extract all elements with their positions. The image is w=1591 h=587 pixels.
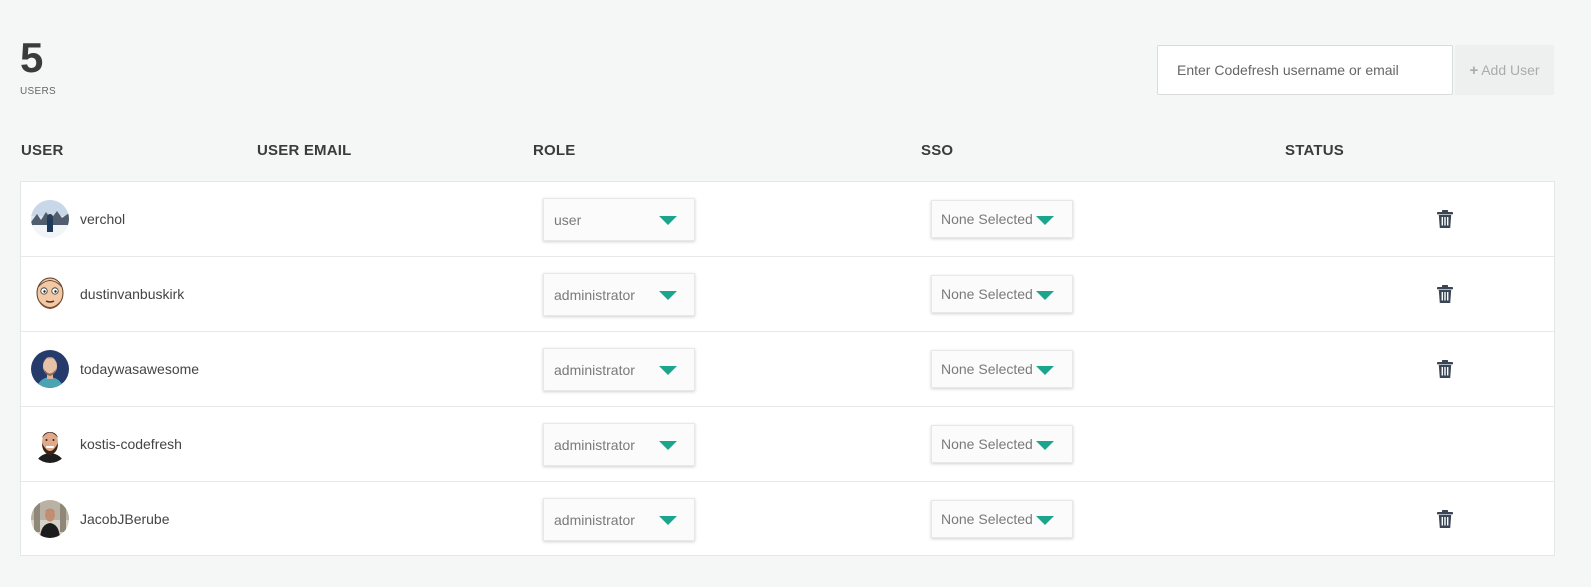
trash-icon (1437, 360, 1453, 378)
avatar (31, 275, 69, 313)
avatar (31, 200, 69, 238)
role-value: administrator (554, 287, 635, 303)
avatar (31, 425, 69, 463)
table-row: JacobJBerube administrator None Selected (21, 482, 1554, 557)
plus-icon: + (1469, 61, 1479, 79)
delete-user-button[interactable] (1437, 360, 1453, 378)
delete-user-button[interactable] (1437, 285, 1453, 303)
chevron-down-icon (659, 441, 677, 450)
username: kostis-codefresh (80, 436, 182, 452)
avatar (31, 350, 69, 388)
column-header-status: STATUS (1285, 142, 1344, 159)
chevron-down-icon (1036, 516, 1054, 525)
role-value: administrator (554, 362, 635, 378)
role-value: administrator (554, 512, 635, 528)
chevron-down-icon (1036, 366, 1054, 375)
chevron-down-icon (659, 291, 677, 300)
chevron-down-icon (659, 366, 677, 375)
sso-value: None Selected (941, 286, 1033, 302)
chevron-down-icon (659, 216, 677, 225)
add-user-button[interactable]: + Add User (1455, 45, 1554, 95)
chevron-down-icon (1036, 216, 1054, 225)
add-user-input[interactable] (1157, 45, 1453, 95)
sso-select[interactable]: None Selected (931, 425, 1073, 463)
username: JacobJBerube (80, 511, 170, 527)
column-header-email: USER EMAIL (257, 142, 352, 159)
user-count: 5 USERS (20, 34, 56, 98)
user-count-number: 5 (20, 34, 44, 81)
role-select[interactable]: user (543, 198, 695, 241)
sso-select[interactable]: None Selected (931, 350, 1073, 388)
table-row: dustinvanbuskirk administrator None Sele… (21, 257, 1554, 332)
sso-select[interactable]: None Selected (931, 500, 1073, 538)
trash-icon (1437, 285, 1453, 303)
role-select[interactable]: administrator (543, 273, 695, 316)
column-header-role: ROLE (533, 142, 576, 159)
column-header-sso: SSO (921, 142, 954, 159)
table-row: kostis-codefresh administrator None Sele… (21, 407, 1554, 482)
username: verchol (80, 211, 126, 227)
column-header-user: USER (21, 142, 64, 159)
add-user-label: Add User (1481, 62, 1540, 78)
chevron-down-icon (1036, 291, 1054, 300)
chevron-down-icon (1036, 441, 1054, 450)
role-select[interactable]: administrator (543, 348, 695, 391)
sso-value: None Selected (941, 436, 1033, 452)
trash-icon (1437, 210, 1453, 228)
role-value: administrator (554, 437, 635, 453)
username: todaywasawesome (80, 361, 200, 377)
role-select[interactable]: administrator (543, 423, 695, 466)
delete-user-button[interactable] (1437, 210, 1453, 228)
username: dustinvanbuskirk (80, 286, 185, 302)
sso-value: None Selected (941, 211, 1033, 227)
role-value: user (554, 212, 582, 228)
users-table: verchol user None Selected dustinvanbusk… (20, 181, 1555, 556)
table-row: verchol user None Selected (21, 182, 1554, 257)
table-row: todaywasawesome administrator None Selec… (21, 332, 1554, 407)
sso-select[interactable]: None Selected (931, 275, 1073, 313)
chevron-down-icon (659, 516, 677, 525)
delete-user-button[interactable] (1437, 510, 1453, 528)
sso-value: None Selected (941, 361, 1033, 377)
sso-value: None Selected (941, 511, 1033, 527)
user-count-label: USERS (20, 86, 56, 97)
sso-select[interactable]: None Selected (931, 200, 1073, 238)
trash-icon (1437, 510, 1453, 528)
avatar (31, 500, 69, 538)
role-select[interactable]: administrator (543, 498, 695, 541)
users-page: 5 USERS + Add User USER USER EMAIL ROLE … (0, 0, 1591, 587)
